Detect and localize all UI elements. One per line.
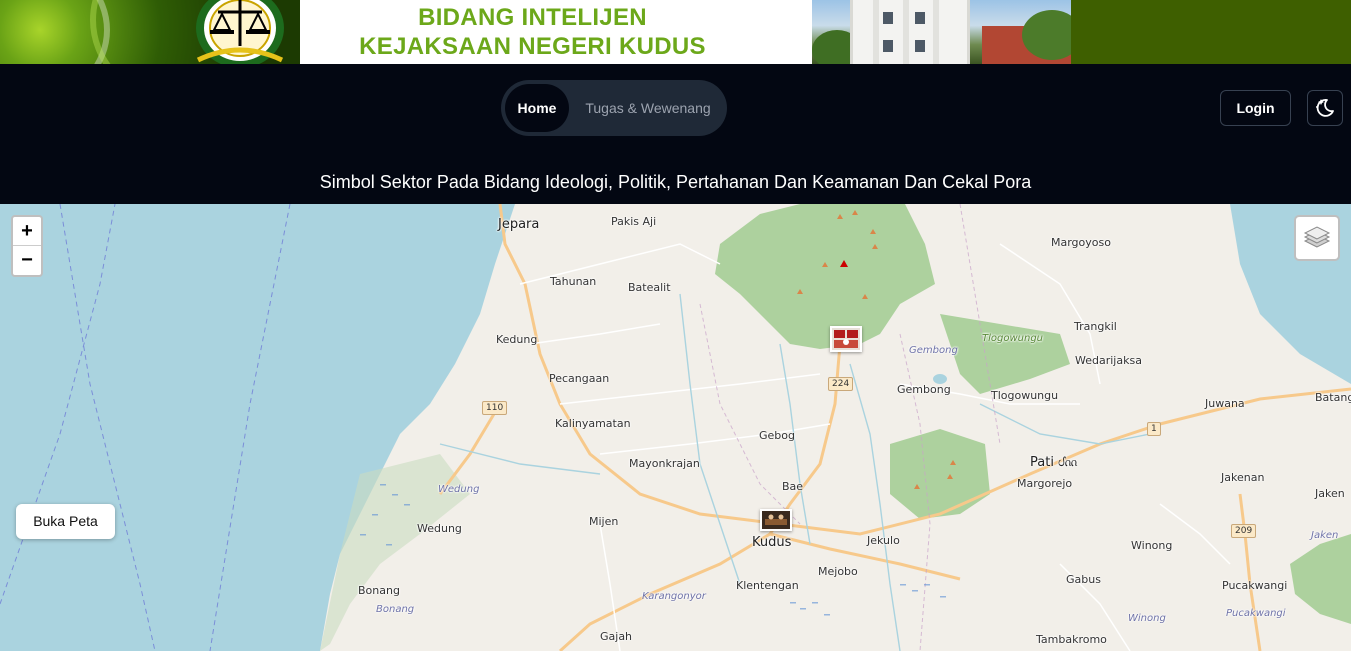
map-label-gembong: Gembong	[897, 383, 951, 396]
login-button[interactable]: Login	[1220, 90, 1291, 126]
map-label-tahunan: Tahunan	[550, 275, 597, 288]
map-label-batang: Batang	[1315, 391, 1351, 404]
map-label-juwana: Juwana	[1205, 397, 1245, 410]
moon-stars-icon	[1316, 99, 1334, 117]
map-label-kedung: Kedung	[496, 333, 538, 346]
forest-area	[715, 204, 935, 349]
map-label-pecangaan: Pecangaan	[549, 372, 610, 385]
map-area-label-jaken: Jaken	[1311, 530, 1339, 541]
road-shield-110: 110	[482, 401, 508, 415]
open-map-button[interactable]: Buka Peta	[16, 504, 115, 539]
map-label-klentengan: Klentengan	[736, 579, 799, 592]
map-label-bonang: Bonang	[358, 584, 400, 597]
map-label-tambakromo: Tambakromo	[1036, 633, 1107, 646]
map-area-label-karangonyor: Karangonyor	[642, 591, 706, 602]
map-marker-kudus-icon[interactable]	[760, 509, 792, 531]
layers-icon	[1303, 226, 1331, 248]
header-banner: BIDANG INTELIJEN KEJAKSAAN NEGERI KUDUS	[0, 0, 1351, 64]
nav-tab-group: Home Tugas & Wewenang	[501, 80, 727, 136]
map-label-pakis-aji: Pakis Aji	[611, 215, 657, 228]
map-label-margorejo: Margorejo	[1017, 477, 1073, 490]
map-label-mejobo: Mejobo	[818, 565, 858, 578]
map-marker-sector-icon[interactable]	[830, 326, 862, 352]
page-subtitle: Simbol Sektor Pada Bidang Ideologi, Poli…	[319, 172, 1032, 192]
map-area-label-winong: Winong	[1128, 613, 1166, 624]
court-hearing-icon	[762, 511, 790, 529]
map-label-gajah: Gajah	[600, 630, 633, 643]
sea-area	[0, 204, 515, 651]
kejaksaan-emblem-icon	[196, 0, 284, 64]
sector-symbol-icon	[832, 328, 860, 350]
layers-control-button[interactable]	[1294, 215, 1340, 261]
map-view[interactable]: Jepara Pakis Aji Margoyoso Tahunan Batea…	[0, 204, 1351, 651]
zoom-out-button[interactable]: −	[13, 246, 41, 275]
map-area-label-gembong: Gembong	[909, 345, 958, 356]
map-area-label-pucakwangi: Pucakwangi	[1226, 608, 1286, 619]
map-label-pati: Pati ᦔᦶ	[1030, 455, 1078, 470]
banner-title-line1: BIDANG INTELIJEN	[418, 4, 647, 31]
road-shield-209: 209	[1231, 524, 1257, 538]
banner-image: BIDANG INTELIJEN KEJAKSAAN NEGERI KUDUS	[0, 0, 1071, 64]
theme-toggle-button[interactable]	[1307, 90, 1343, 126]
map-label-pucakwangi: Pucakwangi	[1222, 579, 1288, 592]
map-label-jepara: Jepara	[498, 217, 540, 232]
map-label-kudus: Kudus	[752, 535, 792, 550]
map-label-trangkil: Trangkil	[1074, 320, 1117, 333]
map-label-batealit: Batealit	[628, 281, 671, 294]
map-label-winong: Winong	[1131, 539, 1173, 552]
tab-home[interactable]: Home	[505, 84, 569, 132]
top-navbar: Home Tugas & Wewenang Login Simbol Sekto…	[0, 64, 1351, 204]
map-label-mayonkrajan: Mayonkrajan	[629, 457, 700, 470]
map-label-jekulo: Jekulo	[867, 534, 900, 547]
map-area-label-bonang: Bonang	[376, 604, 415, 615]
zoom-in-button[interactable]: +	[13, 217, 41, 246]
map-label-bae: Bae	[782, 480, 804, 493]
road-shield-1: 1	[1147, 422, 1161, 436]
map-label-gabus: Gabus	[1066, 573, 1101, 586]
road-shield-224: 224	[828, 377, 854, 391]
map-label-margoyoso: Margoyoso	[1051, 236, 1111, 249]
banner-title: BIDANG INTELIJEN KEJAKSAAN NEGERI KUDUS	[300, 3, 765, 61]
zoom-control: + −	[11, 215, 43, 277]
map-label-tlogowungu: Tlogowungu	[991, 389, 1059, 402]
map-label-gebog: Gebog	[759, 429, 795, 442]
map-label-kalinyamatan: Kalinyamatan	[555, 417, 631, 430]
map-area-label-tlogowungu: Tlogowungu	[982, 333, 1044, 344]
map-area-label-wedung: Wedung	[438, 484, 480, 495]
office-building-photo	[812, 0, 1071, 64]
tab-tugas-wewenang[interactable]: Tugas & Wewenang	[573, 84, 723, 132]
banner-title-line2: KEJAKSAAN NEGERI KUDUS	[359, 33, 706, 60]
map-label-jaken: Jaken	[1315, 487, 1345, 500]
map-label-wedung: Wedung	[417, 522, 462, 535]
map-label-jakenan: Jakenan	[1221, 471, 1265, 484]
map-label-wedarijaksa: Wedarijaksa	[1075, 354, 1142, 367]
map-label-mijen: Mijen	[589, 515, 619, 528]
